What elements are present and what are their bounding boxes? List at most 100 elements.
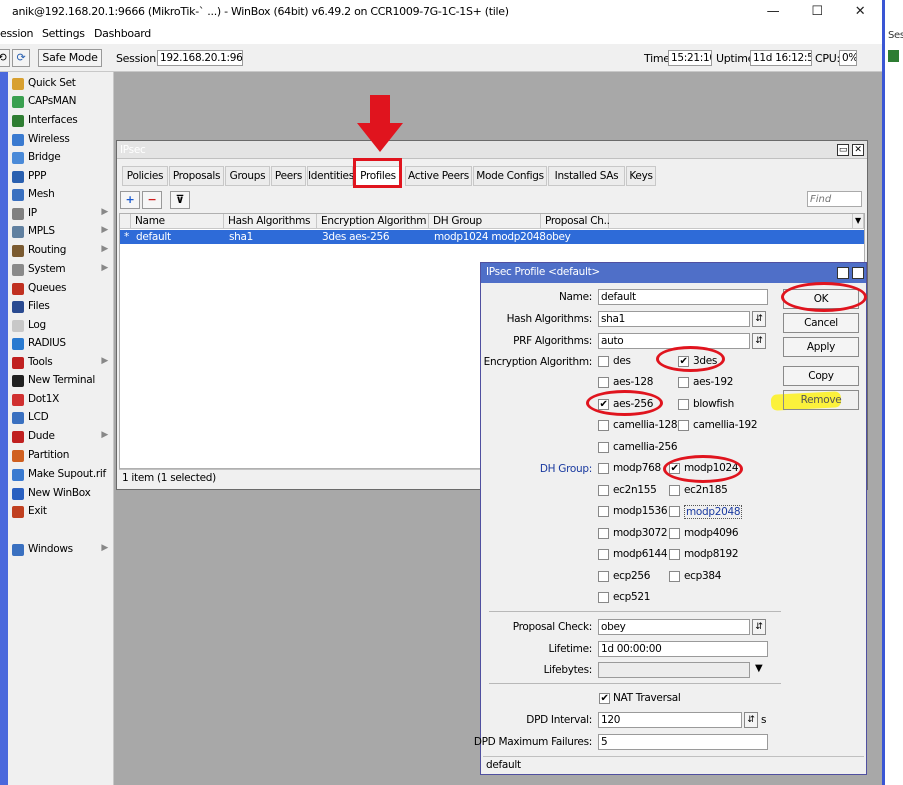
sidebar-item-windows[interactable]: Windows ▶	[12, 541, 112, 559]
sidebar-item-quick-set[interactable]: Quick Set	[12, 75, 112, 93]
tab-mode-configs[interactable]: Mode Configs	[473, 166, 547, 186]
find-input[interactable]	[807, 191, 862, 207]
profile-titlebar[interactable]: IPsec Profile <default> ▭ ✕	[481, 263, 866, 283]
ec2n185-checkbox[interactable]	[669, 485, 680, 496]
sidebar-item-routing[interactable]: Routing ▶	[12, 242, 112, 260]
des-checkbox[interactable]	[598, 356, 609, 367]
ec2n155-checkbox[interactable]	[598, 485, 609, 496]
ecp256-checkbox[interactable]	[598, 571, 609, 582]
tab-groups[interactable]: Groups	[225, 166, 270, 186]
sidebar-item-dude[interactable]: Dude ▶	[12, 428, 112, 446]
modp4096-checkbox[interactable]	[669, 528, 680, 539]
ipsec-close-button[interactable]: ✕	[852, 144, 864, 156]
sidebar-item-wireless[interactable]: Wireless	[12, 131, 112, 149]
sidebar-item-files[interactable]: Files	[12, 298, 112, 316]
camellia-128-checkbox[interactable]	[598, 420, 609, 431]
sidebar-item-new-winbox[interactable]: New WinBox	[12, 485, 112, 503]
sidebar-item-partition[interactable]: Partition	[12, 447, 112, 465]
profile-maximize-button[interactable]: ▭	[837, 267, 849, 279]
filter-button[interactable]: ⊽	[170, 191, 190, 209]
tab-installed-sas[interactable]: Installed SAs	[548, 166, 625, 186]
add-button[interactable]: +	[120, 191, 140, 209]
dpd-max-failures-field[interactable]: 5	[598, 734, 768, 750]
modp768-checkbox[interactable]	[598, 463, 609, 474]
sidebar-item-dot1x[interactable]: Dot1X	[12, 391, 112, 409]
ecp384-checkbox[interactable]	[669, 571, 680, 582]
column-proposal[interactable]: Proposal Ch...	[541, 214, 613, 229]
column-name[interactable]: Name	[131, 214, 224, 229]
copy-button[interactable]: Copy	[783, 366, 859, 386]
aes-192-checkbox[interactable]	[678, 377, 689, 388]
modp1536-checkbox[interactable]	[598, 506, 609, 517]
modp6144-checkbox[interactable]	[598, 549, 609, 560]
tab-proposals[interactable]: Proposals	[169, 166, 224, 186]
maximize-button[interactable]: ☐	[802, 2, 832, 22]
sidebar-item-system[interactable]: System ▶	[12, 261, 112, 279]
sidebar-item-log[interactable]: Log	[12, 317, 112, 335]
aes-128-checkbox[interactable]	[598, 377, 609, 388]
tab-keys[interactable]: Keys	[626, 166, 656, 186]
column-hash[interactable]: Hash Algorithms	[224, 214, 317, 229]
sidebar-item-ip[interactable]: IP ▶	[12, 205, 112, 223]
sidebar-item-label: Wireless	[28, 133, 70, 145]
modp2048-checkbox[interactable]	[669, 506, 680, 517]
sidebar-item-capsman[interactable]: CAPsMAN	[12, 93, 112, 111]
dpd-interval-field[interactable]: 120	[598, 712, 742, 728]
proposal-dropdown-button[interactable]: ⇵	[752, 619, 766, 635]
camellia-192-checkbox[interactable]	[678, 420, 689, 431]
hash-dropdown-button[interactable]: ⇵	[752, 311, 766, 327]
close-button[interactable]: ✕	[845, 2, 875, 22]
redo-button[interactable]: ⟳	[12, 49, 30, 67]
sidebar-item-tools[interactable]: Tools ▶	[12, 354, 112, 372]
sidebar-item-radius[interactable]: RADIUS	[12, 335, 112, 353]
sidebar-item-mpls[interactable]: MPLS ▶	[12, 223, 112, 241]
tab-active-peers[interactable]: Active Peers	[405, 166, 472, 186]
sidebar-item-bridge[interactable]: Bridge	[12, 149, 112, 167]
menu-session[interactable]: ession	[0, 27, 33, 40]
apply-button[interactable]: Apply	[783, 337, 859, 357]
minimize-button[interactable]: —	[758, 2, 788, 22]
sidebar-item-new-terminal[interactable]: New Terminal	[12, 372, 112, 390]
nat-traversal-checkbox[interactable]: ✔	[599, 693, 610, 704]
remove-button[interactable]: Remove	[783, 390, 859, 410]
column-encryption[interactable]: Encryption Algorithm	[317, 214, 429, 229]
cancel-button[interactable]: Cancel	[783, 313, 859, 333]
sidebar-item-mesh[interactable]: Mesh	[12, 186, 112, 204]
sidebar-item-ppp[interactable]: PPP	[12, 168, 112, 186]
ecp521-checkbox[interactable]	[598, 592, 609, 603]
prf-dropdown-button[interactable]: ⇵	[752, 333, 766, 349]
tab-policies[interactable]: Policies	[122, 166, 168, 186]
column-dh-group[interactable]: DH Group	[429, 214, 541, 229]
tab-peers[interactable]: Peers	[271, 166, 306, 186]
table-row[interactable]: * default sha1 3des aes-256 modp1024 mod…	[120, 230, 864, 244]
ipsec-maximize-button[interactable]: ▭	[837, 144, 849, 156]
menu-settings[interactable]: Settings	[42, 27, 85, 40]
sidebar-item-queues[interactable]: Queues	[12, 280, 112, 298]
cpu-field: 0%	[839, 50, 857, 66]
lifebytes-expand-icon[interactable]: ▼	[755, 663, 763, 674]
sidebar-item-make-supout-rif[interactable]: Make Supout.rif	[12, 466, 112, 484]
remove-item-button[interactable]: −	[142, 191, 162, 209]
name-field[interactable]: default	[598, 289, 768, 305]
dpd-interval-spin[interactable]: ⇵	[744, 712, 758, 728]
sidebar-item-interfaces[interactable]: Interfaces	[12, 112, 112, 130]
lifebytes-field[interactable]	[598, 662, 750, 678]
undo-button[interactable]: ⟲	[0, 49, 10, 67]
sidebar-item-lcd[interactable]: LCD	[12, 409, 112, 427]
sidebar-item-exit[interactable]: Exit	[12, 503, 112, 521]
modp8192-checkbox[interactable]	[669, 549, 680, 560]
ipsec-titlebar[interactable]: IPsec ▭ ✕	[117, 141, 867, 159]
sidebar-item-label: Make Supout.rif	[28, 468, 106, 480]
tab-identities[interactable]: Identities	[307, 166, 354, 186]
camellia-256-checkbox[interactable]	[598, 442, 609, 453]
hash-select[interactable]: sha1	[598, 311, 750, 327]
proposal-check-select[interactable]: obey	[598, 619, 750, 635]
profile-close-button[interactable]: ✕	[852, 267, 864, 279]
modp3072-checkbox[interactable]	[598, 528, 609, 539]
column-menu-button[interactable]: ▼	[853, 214, 864, 229]
menu-dashboard[interactable]: Dashboard	[94, 27, 151, 40]
lifetime-field[interactable]: 1d 00:00:00	[598, 641, 768, 657]
blowfish-checkbox[interactable]	[678, 399, 689, 410]
dpd-unit: s	[761, 714, 767, 726]
safe-mode-button[interactable]: Safe Mode	[38, 49, 102, 67]
